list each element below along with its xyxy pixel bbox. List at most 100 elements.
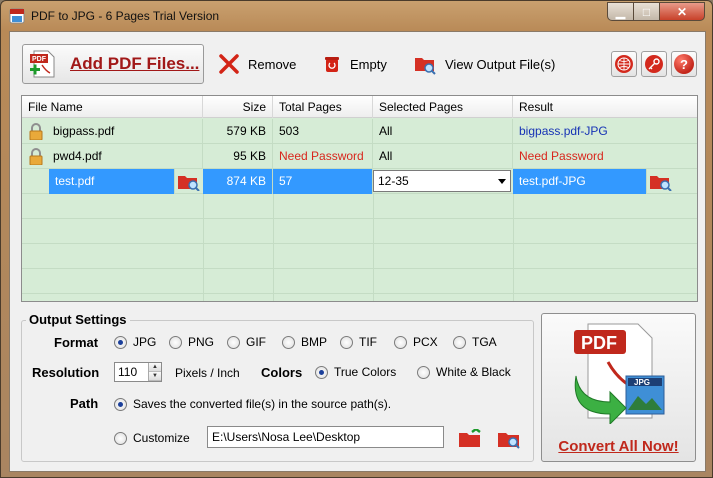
- format-radio-jpg[interactable]: JPG: [114, 335, 156, 349]
- format-option-label: JPG: [133, 335, 157, 349]
- stepper-up-icon[interactable]: ▲: [149, 363, 161, 372]
- result-cell[interactable]: test.pdf-JPG: [513, 169, 647, 194]
- app-window: PDF to JPG - 6 Pages Trial Version ▁ □ ✕…: [0, 0, 713, 478]
- maximize-icon: □: [642, 4, 651, 19]
- file-name-cell: test.pdf: [49, 169, 175, 194]
- column-header-result[interactable]: Result: [513, 96, 697, 118]
- radio-dot[interactable]: [114, 431, 127, 445]
- grid-line: [373, 194, 374, 301]
- radio-dot[interactable]: [340, 335, 353, 349]
- grid-line: [203, 194, 204, 301]
- result-link[interactable]: bigpass.pdf-JPG: [513, 119, 697, 144]
- format-radio-pcx[interactable]: PCX: [394, 335, 438, 349]
- stepper-down-icon[interactable]: ▼: [149, 372, 161, 381]
- folder-search-icon[interactable]: [177, 173, 201, 191]
- output-path-field[interactable]: E:\Users\Nosa Lee\Desktop: [207, 426, 444, 448]
- register-button[interactable]: [641, 51, 667, 77]
- grid-line: [513, 194, 514, 301]
- file-name-cell: bigpass.pdf: [47, 119, 203, 144]
- table-row[interactable]: pwd4.pdf 95 KB Need Password All Need Pa…: [22, 144, 697, 169]
- path-radio-source[interactable]: Saves the converted file(s) in the sourc…: [114, 397, 391, 411]
- jpg-badge-text: JPG: [634, 378, 650, 387]
- remove-button[interactable]: Remove: [218, 52, 296, 76]
- format-radio-tif[interactable]: TIF: [340, 335, 377, 349]
- radio-dot[interactable]: [282, 335, 295, 349]
- folder-search-icon: [415, 58, 436, 75]
- output-settings-title: Output Settings: [26, 312, 130, 327]
- convert-all-button[interactable]: PDF JPG Convert All Now!: [541, 313, 696, 462]
- color-option-label: True Colors: [334, 365, 397, 379]
- color-radio-bw[interactable]: White & Black: [417, 365, 511, 379]
- format-radio-gif[interactable]: GIF: [227, 335, 266, 349]
- chevron-down-icon[interactable]: [498, 179, 506, 184]
- radio-dot[interactable]: [169, 335, 182, 349]
- radio-dot[interactable]: [227, 335, 240, 349]
- add-pdf-icon: PDF: [30, 50, 55, 78]
- size-cell: 579 KB: [203, 119, 273, 144]
- trash-icon: [325, 57, 339, 72]
- empty-row: [22, 244, 697, 269]
- radio-dot[interactable]: [453, 335, 466, 349]
- radio-dot[interactable]: [315, 365, 328, 379]
- view-output-button[interactable]: View Output File(s): [413, 52, 555, 76]
- path-radio-customize[interactable]: Customize: [114, 431, 190, 445]
- empty-button[interactable]: Empty: [322, 52, 387, 76]
- client-area: PDF Add PDF Files... Remove Empty View O…: [9, 31, 706, 472]
- close-button[interactable]: ✕: [660, 2, 705, 21]
- empty-row: [22, 219, 697, 244]
- total-pages-cell: 57: [273, 169, 373, 194]
- help-icon: ?: [674, 54, 694, 74]
- remove-icon: [219, 54, 239, 74]
- remove-label: Remove: [248, 56, 297, 72]
- radio-dot[interactable]: [394, 335, 407, 349]
- table-row[interactable]: bigpass.pdf 579 KB 503 All bigpass.pdf-J…: [22, 119, 697, 144]
- website-button[interactable]: [611, 51, 637, 77]
- path-option-label: Saves the converted file(s) in the sourc…: [133, 397, 392, 411]
- selected-pages-combo[interactable]: 12-35: [373, 170, 511, 192]
- format-radio-tga[interactable]: TGA: [453, 335, 497, 349]
- minimize-icon: ▁: [615, 4, 626, 19]
- selected-pages-cell[interactable]: All: [373, 119, 513, 144]
- folder-search-icon[interactable]: [649, 173, 673, 191]
- column-header-selected-pages[interactable]: Selected Pages: [373, 96, 513, 118]
- radio-dot[interactable]: [417, 365, 430, 379]
- format-radio-png[interactable]: PNG: [169, 335, 214, 349]
- svg-text:PDF: PDF: [32, 56, 47, 63]
- format-radio-bmp[interactable]: BMP: [282, 335, 327, 349]
- path-option-label: Customize: [133, 431, 190, 445]
- help-button[interactable]: ?: [671, 51, 697, 77]
- pdf-to-jpg-icon: PDF JPG: [574, 323, 665, 424]
- file-name-cell: pwd4.pdf: [47, 144, 203, 169]
- add-pdf-files-button[interactable]: PDF Add PDF Files...: [22, 44, 204, 84]
- column-header-file-name[interactable]: File Name: [22, 96, 203, 118]
- minimize-button[interactable]: ▁: [607, 2, 634, 21]
- total-pages-cell: Need Password: [273, 144, 373, 169]
- radio-dot[interactable]: [114, 335, 127, 349]
- column-header-size[interactable]: Size: [203, 96, 273, 118]
- radio-dot[interactable]: [114, 397, 127, 411]
- folder-search-icon[interactable]: [497, 429, 521, 449]
- format-option-label: BMP: [301, 335, 328, 349]
- format-option-label: TGA: [472, 335, 497, 349]
- selected-pages-cell[interactable]: All: [373, 144, 513, 169]
- title-bar[interactable]: PDF to JPG - 6 Pages Trial Version ▁ □ ✕: [1, 1, 712, 31]
- grid-line: [273, 194, 274, 301]
- resolution-stepper[interactable]: 110 ▲ ▼: [114, 362, 162, 382]
- key-icon: [645, 55, 663, 73]
- format-option-label: PCX: [413, 335, 438, 349]
- folder-browse-icon[interactable]: [458, 429, 482, 449]
- stepper-buttons: ▲ ▼: [148, 363, 161, 381]
- empty-row: [22, 269, 697, 294]
- color-radio-true[interactable]: True Colors: [315, 365, 396, 379]
- table-row-selected[interactable]: test.pdf 874 KB 57 12-35 test.pdf-JPG: [22, 169, 697, 194]
- convert-all-label: Convert All Now!: [558, 438, 679, 455]
- column-header-total-pages[interactable]: Total Pages: [273, 96, 373, 118]
- resolution-unit: Pixels / Inch: [175, 366, 240, 380]
- file-list-table[interactable]: File Name Size Total Pages Selected Page…: [21, 95, 698, 302]
- resolution-value[interactable]: 110: [118, 365, 137, 379]
- size-cell: 874 KB: [203, 169, 273, 194]
- view-output-label: View Output File(s): [445, 56, 556, 72]
- maximize-button[interactable]: □: [634, 2, 660, 21]
- resolution-label: Resolution: [32, 365, 100, 380]
- pdf-badge-text: PDF: [581, 333, 617, 353]
